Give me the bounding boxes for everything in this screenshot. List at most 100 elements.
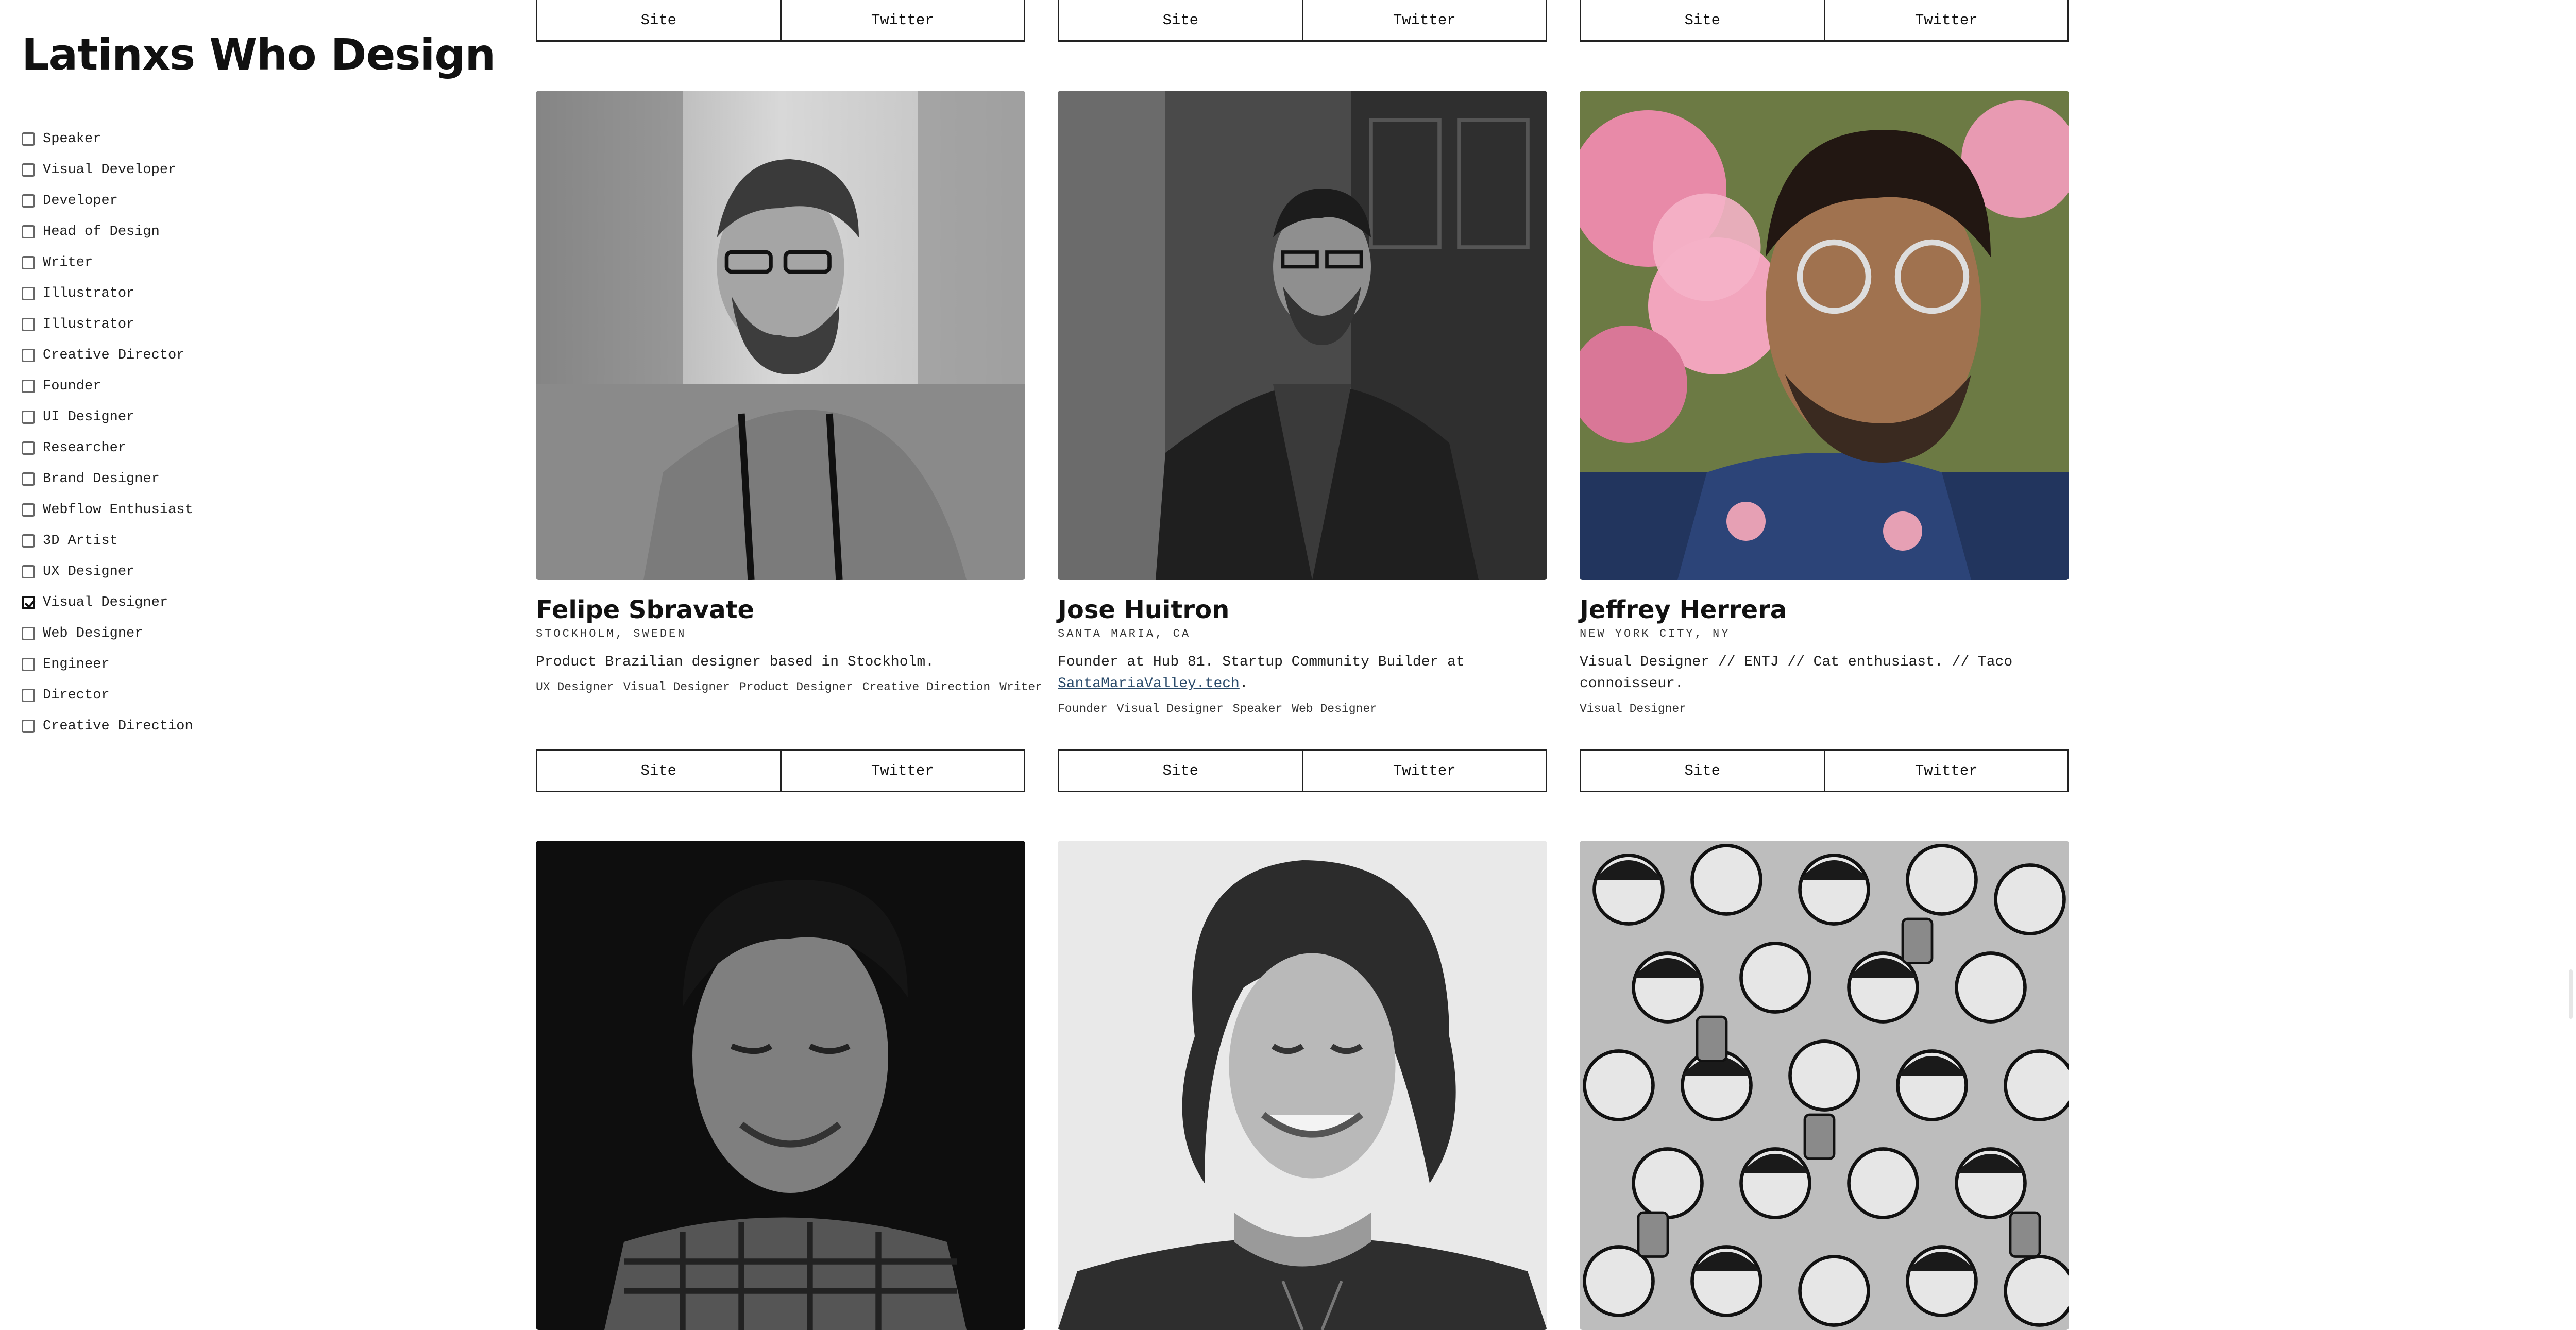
card-links-row: Site Twitter [1058,0,1547,42]
filter-web-designer[interactable]: Web Designer [22,618,485,649]
twitter-button[interactable]: Twitter [1823,0,2068,40]
twitter-button[interactable]: Twitter [779,0,1024,40]
designer-card [1580,841,2069,1330]
role-tag: UX Designer [536,680,614,694]
site-button[interactable]: Site [1059,0,1302,40]
designer-tags: Visual Designer [1580,702,2069,715]
site-button[interactable]: Site [1059,751,1302,791]
filter-founder[interactable]: Founder [22,371,485,402]
filter-director[interactable]: Director [22,680,485,711]
designer-bio: Founder at Hub 81. Startup Community Bui… [1058,652,1547,695]
filter-label: Visual Designer [43,595,168,610]
designer-location: Santa Maria, CA [1058,627,1191,640]
profile-photo [1580,91,2069,580]
role-tag: Visual Designer [1116,702,1224,715]
filter-checkbox[interactable] [22,565,35,578]
profile-photo [1058,91,1547,580]
filter-checkbox[interactable] [22,225,35,238]
filter-label: Brand Designer [43,471,160,487]
filter-label: Developer [43,193,118,209]
bio-text-end: . [1239,676,1248,692]
filter-speaker[interactable]: Speaker [22,124,485,155]
filter-creative-direction[interactable]: Creative Direction [22,711,485,742]
card-links-row: Site Twitter [1580,0,2069,42]
designer-location: Stockholm, Sweden [536,627,687,640]
role-tag: Product Designer [739,680,853,694]
designer-card: Felipe Sbravate Stockholm, Sweden Produc… [536,91,1042,694]
filter-label: UX Designer [43,564,135,579]
filter-brand-designer[interactable]: Brand Designer [22,464,485,495]
role-tag: Founder [1058,702,1108,715]
role-tag: Writer [999,680,1042,694]
designer-card: Jose Huitron Santa Maria, CA Founder at … [1058,91,1547,715]
filter-developer[interactable]: Developer [22,185,485,216]
filter-checkbox[interactable] [22,163,35,177]
designer-name: Jeffrey Herrera [1580,595,1787,624]
filter-checkbox[interactable] [22,441,35,455]
filter-checkbox[interactable] [22,194,35,208]
filter-visual-designer[interactable]: Visual Designer [22,587,485,618]
filter-webflow-enthusiast[interactable]: Webflow Enthusiast [22,495,485,525]
designer-card [1058,841,1547,1330]
filter-checkbox[interactable] [22,411,35,424]
filter-checkbox[interactable] [22,503,35,517]
site-button[interactable]: Site [1581,0,1824,40]
twitter-button[interactable]: Twitter [1301,0,1546,40]
filter-ux-designer[interactable]: UX Designer [22,556,485,587]
filter-checkbox[interactable] [22,256,35,269]
filter-visual-developer[interactable]: Visual Developer [22,155,485,185]
site-button[interactable]: Site [1581,751,1824,791]
filter-checkbox[interactable] [22,534,35,548]
filter-checkbox[interactable] [22,472,35,486]
filter-head-of-design[interactable]: Head of Design [22,216,485,247]
filter-illustrator[interactable]: Illustrator [22,278,485,309]
profile-photo [1058,841,1547,1330]
filter-engineer[interactable]: Engineer [22,649,485,680]
filter-label: Writer [43,255,93,270]
designer-location: New York City, NY [1580,627,1731,640]
filter-label: Founder [43,379,101,394]
profile-photo [536,841,1025,1330]
role-tag: Web Designer [1292,702,1377,715]
filter-checkbox[interactable] [22,349,35,362]
filter-checkbox[interactable] [22,689,35,702]
designer-card [536,841,1025,1330]
role-filter-list: Speaker Visual Developer Developer Head … [22,124,485,742]
filter-label: Creative Direction [43,719,193,734]
site-button[interactable]: Site [537,751,780,791]
filter-checkbox[interactable] [22,318,35,331]
filter-checkbox[interactable] [22,380,35,393]
designer-tags: UX Designer Visual Designer Product Desi… [536,680,1042,694]
filter-label: Researcher [43,440,127,456]
filter-checkbox[interactable] [22,720,35,733]
bio-link[interactable]: SantaMariaValley.tech [1058,676,1240,692]
card-links-row: Site Twitter [536,749,1025,792]
filter-label: Head of Design [43,224,160,240]
filter-researcher[interactable]: Researcher [22,433,485,464]
filter-illustrator-2[interactable]: Illustrator [22,309,485,340]
twitter-button[interactable]: Twitter [1823,751,2068,791]
role-tag: Creative Direction [862,680,991,694]
filter-label: Illustrator [43,317,135,332]
filter-checkbox[interactable] [22,287,35,300]
scrollbar-thumb[interactable] [2569,969,2573,1019]
card-links-row: Site Twitter [1580,749,2069,792]
filter-label: Speaker [43,131,101,147]
role-tag: Speaker [1232,702,1283,715]
filter-creative-director[interactable]: Creative Director [22,340,485,371]
filter-checkbox[interactable] [22,627,35,640]
designer-card: Jeffrey Herrera New York City, NY Visual… [1580,91,2069,715]
twitter-button[interactable]: Twitter [1301,751,1546,791]
filter-label: Web Designer [43,626,143,641]
filter-ui-designer[interactable]: UI Designer [22,402,485,433]
filter-label: Director [43,688,110,703]
site-button[interactable]: Site [537,0,780,40]
bio-text: Founder at Hub 81. Startup Community Bui… [1058,654,1465,670]
filter-checkbox-checked[interactable] [22,596,35,609]
filter-3d-artist[interactable]: 3D Artist [22,525,485,556]
filter-checkbox[interactable] [22,132,35,146]
filter-writer[interactable]: Writer [22,247,485,278]
twitter-button[interactable]: Twitter [779,751,1024,791]
designer-bio: Visual Designer // ENTJ // Cat enthusias… [1580,654,2013,692]
filter-checkbox[interactable] [22,658,35,671]
